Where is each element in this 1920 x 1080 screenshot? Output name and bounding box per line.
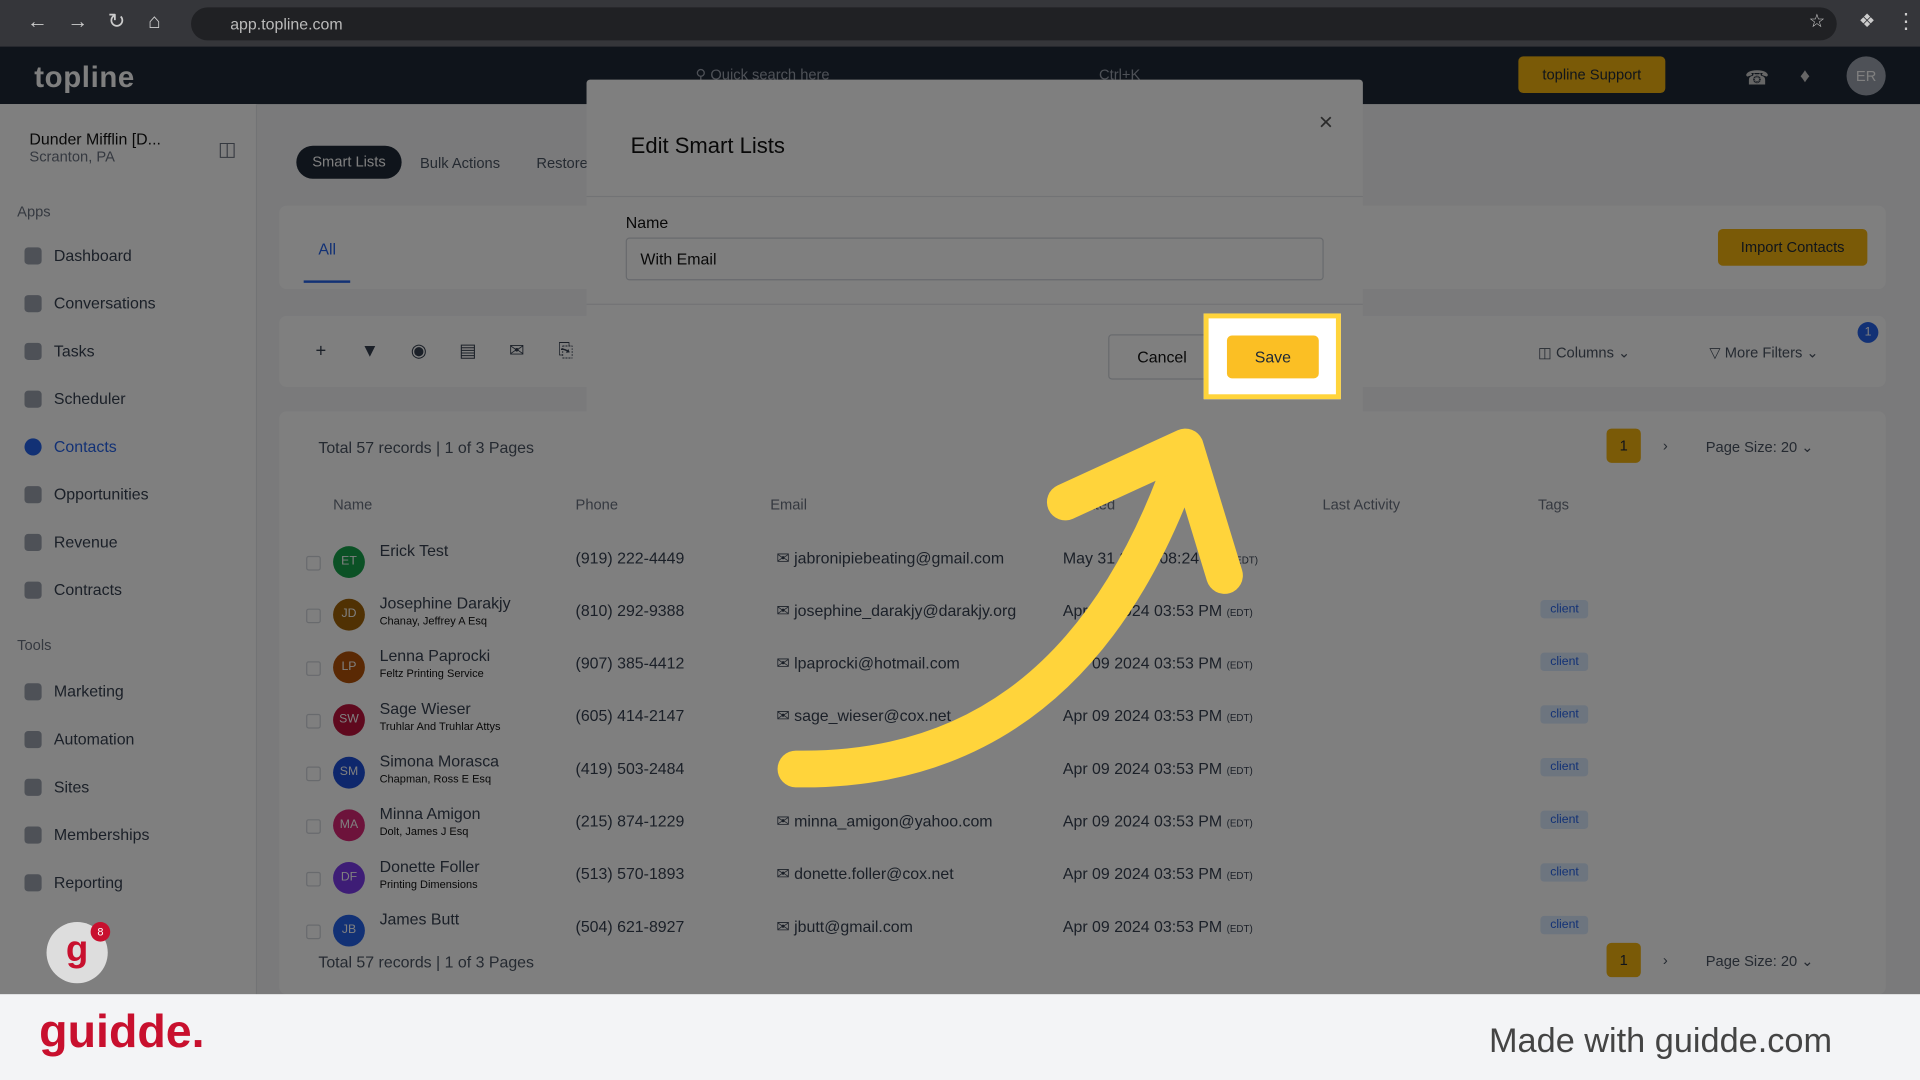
address-bar[interactable]: app.topline.com (191, 7, 1837, 41)
home-icon[interactable]: ⌂ (148, 10, 161, 34)
guidde-tagline: Made with guidde.com (1488, 1021, 1833, 1060)
forward-icon[interactable]: → (67, 10, 88, 34)
reload-icon[interactable]: ↻ (108, 10, 125, 34)
browser-chrome: ← → ↻ ⌂ app.topline.com ☆ ❖ ⋮ (0, 0, 1920, 47)
menu-icon[interactable]: ⋮ (1896, 10, 1917, 34)
extensions-icon[interactable]: ❖ (1859, 10, 1875, 32)
pointer-arrow (777, 428, 1243, 788)
back-icon[interactable]: ← (27, 10, 48, 34)
guidde-logo: guidde. (39, 1006, 205, 1058)
save-button[interactable]: Save (1226, 335, 1319, 379)
guidde-badge: 8 (90, 922, 111, 942)
url-text: app.topline.com (230, 14, 343, 34)
guidde-footer: guidde. Made with guidde.com (0, 994, 1920, 1080)
bookmark-star-icon[interactable]: ☆ (1809, 10, 1825, 32)
